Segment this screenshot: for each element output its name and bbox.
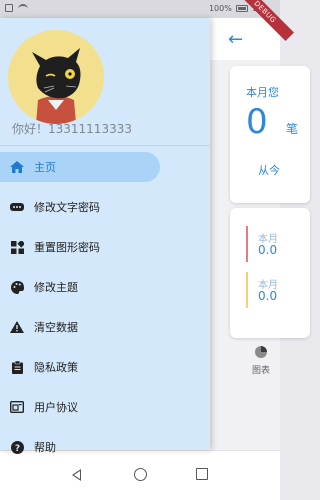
- tab-chart-label: 图表: [251, 366, 270, 376]
- menu-item-user-agreement[interactable]: 用户协议: [0, 387, 210, 427]
- grid-pattern-icon: [10, 240, 24, 254]
- nav-home-icon[interactable]: [134, 468, 147, 481]
- menu-item-reset-pattern[interactable]: 重置图形密码: [0, 227, 210, 267]
- menu-item-label: 重置图形密码: [34, 241, 100, 254]
- menu-item-home[interactable]: 主页: [0, 152, 160, 182]
- warning-icon: [10, 320, 24, 334]
- agreement-icon: [10, 400, 24, 414]
- battery-icon: [235, 5, 248, 12]
- drawer-header: 你好！13311113333: [0, 18, 210, 146]
- monthly-row: 本月 0.0: [246, 272, 316, 308]
- menu-item-label: 帮助: [34, 441, 56, 454]
- menu-item-label: 清空数据: [34, 321, 78, 334]
- menu-item-label: 隐私政策: [34, 361, 78, 374]
- navigation-drawer: 你好！13311113333 主页 修改文字密码 重置图形密码 修改主题 清空数…: [0, 18, 210, 454]
- battery-percent: 100%: [208, 4, 232, 13]
- menu-item-label: 修改文字密码: [34, 201, 100, 214]
- menu-item-help[interactable]: ? 帮助: [0, 427, 210, 467]
- status-bar: 100% 12: [0, 0, 280, 18]
- clipboard-icon: [10, 360, 24, 374]
- menu-item-label: 用户协议: [34, 401, 78, 414]
- back-arrow-icon[interactable]: ←: [228, 29, 243, 50]
- row-color-bar: [246, 226, 248, 262]
- wifi-icon: [18, 4, 28, 12]
- palette-icon: [10, 280, 24, 294]
- monthly-card: 本月 0.0 本月 0.0: [230, 208, 310, 338]
- monthly-row: 本月 0.0: [246, 226, 316, 262]
- drawer-menu: 主页 修改文字密码 重置图形密码 修改主题 清空数据 隐私政策 用户协议 ? 帮…: [0, 150, 210, 467]
- menu-item-label: 主页: [34, 161, 56, 174]
- nav-recents-icon[interactable]: [196, 468, 208, 480]
- sim-icon: [5, 4, 13, 12]
- avatar[interactable]: [8, 30, 104, 124]
- summary-card: 本月您 0 笔 从今: [230, 66, 310, 203]
- row-value: 0.0: [258, 243, 278, 257]
- menu-item-change-password[interactable]: 修改文字密码: [0, 187, 210, 227]
- user-greeting: 你好！13311113333: [12, 122, 132, 136]
- home-icon: [10, 160, 24, 174]
- menu-item-clear-data[interactable]: 清空数据: [0, 307, 210, 347]
- summary-from-text: 从今: [258, 164, 280, 177]
- black-cat-icon: [8, 30, 104, 124]
- svg-text:?: ?: [14, 444, 19, 454]
- tab-chart[interactable]: 图表: [242, 346, 280, 382]
- summary-unit: 笔: [286, 122, 299, 136]
- password-icon: [10, 200, 24, 214]
- help-icon: ?: [10, 440, 24, 454]
- pie-chart-icon: [255, 346, 267, 358]
- summary-title: 本月您: [246, 86, 279, 99]
- menu-item-label: 修改主题: [34, 281, 78, 294]
- row-color-bar: [246, 272, 248, 308]
- menu-item-theme[interactable]: 修改主题: [0, 267, 210, 307]
- nav-back-icon[interactable]: [72, 469, 81, 481]
- summary-count: 0: [246, 102, 268, 142]
- row-value: 0.0: [258, 289, 278, 303]
- menu-item-privacy-policy[interactable]: 隐私政策: [0, 347, 210, 387]
